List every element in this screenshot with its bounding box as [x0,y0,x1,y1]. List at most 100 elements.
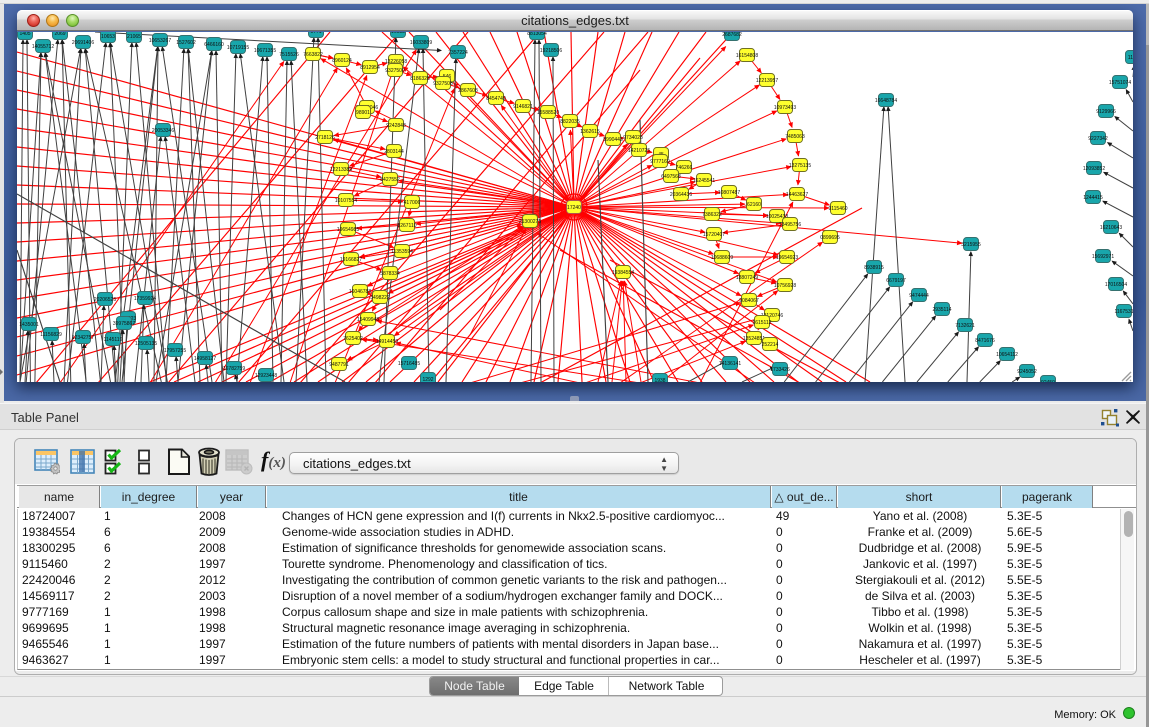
svg-text:0899695: 0899695 [820,235,840,241]
svg-text:8267110: 8267110 [397,223,416,229]
svg-text:2718126: 2718126 [315,135,335,141]
svg-text:12213389: 12213389 [330,167,352,173]
svg-text:19218506: 19218506 [540,48,562,54]
svg-text:20053346: 20053346 [152,128,174,134]
svg-text:13495756: 13495756 [779,222,801,228]
svg-text:16046788: 16046788 [349,289,371,295]
svg-text:1167531: 1167531 [1114,309,1133,315]
svg-text:21065: 21065 [127,34,141,40]
svg-text:12093852: 12093852 [1083,166,1105,172]
svg-text:14958127: 14958127 [194,356,216,362]
svg-text:9146821: 9146821 [513,104,533,110]
svg-text:9242848: 9242848 [386,123,406,129]
svg-text:8427552: 8427552 [380,177,400,183]
svg-text:14136141: 14136141 [719,361,741,367]
svg-text:9327508: 9327508 [433,81,453,87]
svg-text:8813054: 8813054 [527,32,547,37]
svg-text:5878334: 5878334 [380,271,400,277]
svg-text:1112: 1112 [1128,55,1133,61]
svg-text:9734028: 9734028 [623,135,643,141]
svg-text:8186328: 8186328 [410,76,430,82]
svg-text:16648784: 16648784 [875,98,897,104]
svg-text:1244415: 1244415 [1083,195,1103,201]
svg-text:16210643: 16210643 [1100,225,1122,231]
svg-text:8960124: 8960124 [332,58,352,64]
svg-text:7386322: 7386322 [702,212,722,218]
svg-text:11353594: 11353594 [391,249,413,255]
svg-text:7515526: 7515526 [279,52,299,58]
svg-text:1405: 1405 [19,32,30,37]
svg-text:14463627: 14463627 [786,192,808,198]
svg-text:14914459: 14914459 [376,339,398,345]
svg-text:9487791: 9487791 [329,362,349,368]
svg-text:9084067: 9084067 [739,298,759,304]
svg-text:2069: 2069 [54,32,65,37]
svg-text:10719155: 10719155 [227,45,249,51]
svg-text:9227342: 9227342 [1088,136,1108,142]
svg-text:10688609: 10688609 [711,255,733,261]
svg-text:19654985: 19654985 [337,227,359,233]
svg-text:1145119: 1145119 [104,337,123,343]
svg-text:6466160: 6466160 [204,42,224,48]
svg-text:10671355: 10671355 [254,48,276,54]
svg-text:19166827: 19166827 [340,257,362,263]
svg-text:9115460: 9115460 [828,206,847,212]
svg-text:6497568: 6497568 [661,174,681,180]
svg-text:9129966: 9129966 [1096,109,1116,115]
svg-text:8990443: 8990443 [603,137,623,143]
svg-text:14210725: 14210725 [628,148,650,154]
svg-text:12342757: 12342757 [72,335,94,341]
svg-text:1527602: 1527602 [176,40,196,46]
svg-text:8454749: 8454749 [486,96,506,102]
svg-text:1733426: 1733426 [770,367,790,373]
svg-text:17240: 17240 [567,205,581,211]
svg-text:9474444: 9474444 [909,293,929,299]
svg-text:8471676: 8471676 [975,338,995,344]
svg-text:10654112: 10654112 [996,352,1018,358]
svg-text:16782759: 16782759 [223,366,245,372]
svg-text:15692971: 15692971 [1092,254,1114,260]
svg-text:15751074: 15751074 [1109,80,1131,86]
svg-text:20206525: 20206525 [94,297,116,303]
svg-text:9245052: 9245052 [1017,369,1037,375]
svg-text:92450: 92450 [1041,380,1055,382]
svg-text:17359924: 17359924 [134,296,156,302]
svg-text:3498222: 3498222 [370,295,390,301]
svg-text:12213957: 12213957 [756,78,778,84]
svg-text:2867608: 2867608 [458,88,478,94]
svg-text:15409948: 15409948 [357,317,379,323]
svg-text:12505135: 12505135 [135,341,157,347]
svg-text:2687682: 2687682 [722,32,742,38]
svg-text:14055712: 14055712 [32,44,54,50]
svg-text:1435001: 1435001 [19,322,39,328]
svg-text:16033809: 16033809 [410,40,432,46]
svg-text:9771: 9771 [310,32,321,35]
svg-text:21300275: 21300275 [519,219,541,225]
svg-text:10107554: 10107554 [335,198,357,204]
svg-text:19384554: 19384554 [612,270,634,276]
svg-text:20691406: 20691406 [72,40,94,46]
svg-text:16154808: 16154808 [736,53,758,59]
svg-text:39975867: 39975867 [113,321,135,327]
svg-text:20364436: 20364436 [670,192,692,198]
svg-text:8912954: 8912954 [360,65,380,71]
svg-text:1615112: 1615112 [752,320,771,326]
svg-text:11156829: 11156829 [40,332,62,338]
svg-text:252214: 252214 [762,342,779,348]
svg-text:3215955: 3215955 [961,242,981,248]
svg-text:8822035: 8822035 [560,119,580,125]
svg-text:10653: 10653 [101,34,115,40]
svg-text:8938915: 8938915 [864,265,884,271]
svg-text:15720407: 15720407 [703,232,725,238]
svg-text:10973493: 10973493 [774,105,796,111]
svg-text:9777169: 9777169 [650,159,670,165]
svg-text:417006: 417006 [404,200,421,206]
svg-text:10653267: 10653267 [149,38,171,44]
svg-text:7485063: 7485063 [785,134,805,140]
svg-text:6679197: 6679197 [886,278,906,284]
svg-text:10807487: 10807487 [718,190,740,196]
svg-text:18807249: 18807249 [736,275,758,281]
svg-text:1938: 1938 [654,378,665,382]
svg-text:1292: 1292 [422,377,433,382]
svg-text:7663822: 7663822 [303,52,323,58]
